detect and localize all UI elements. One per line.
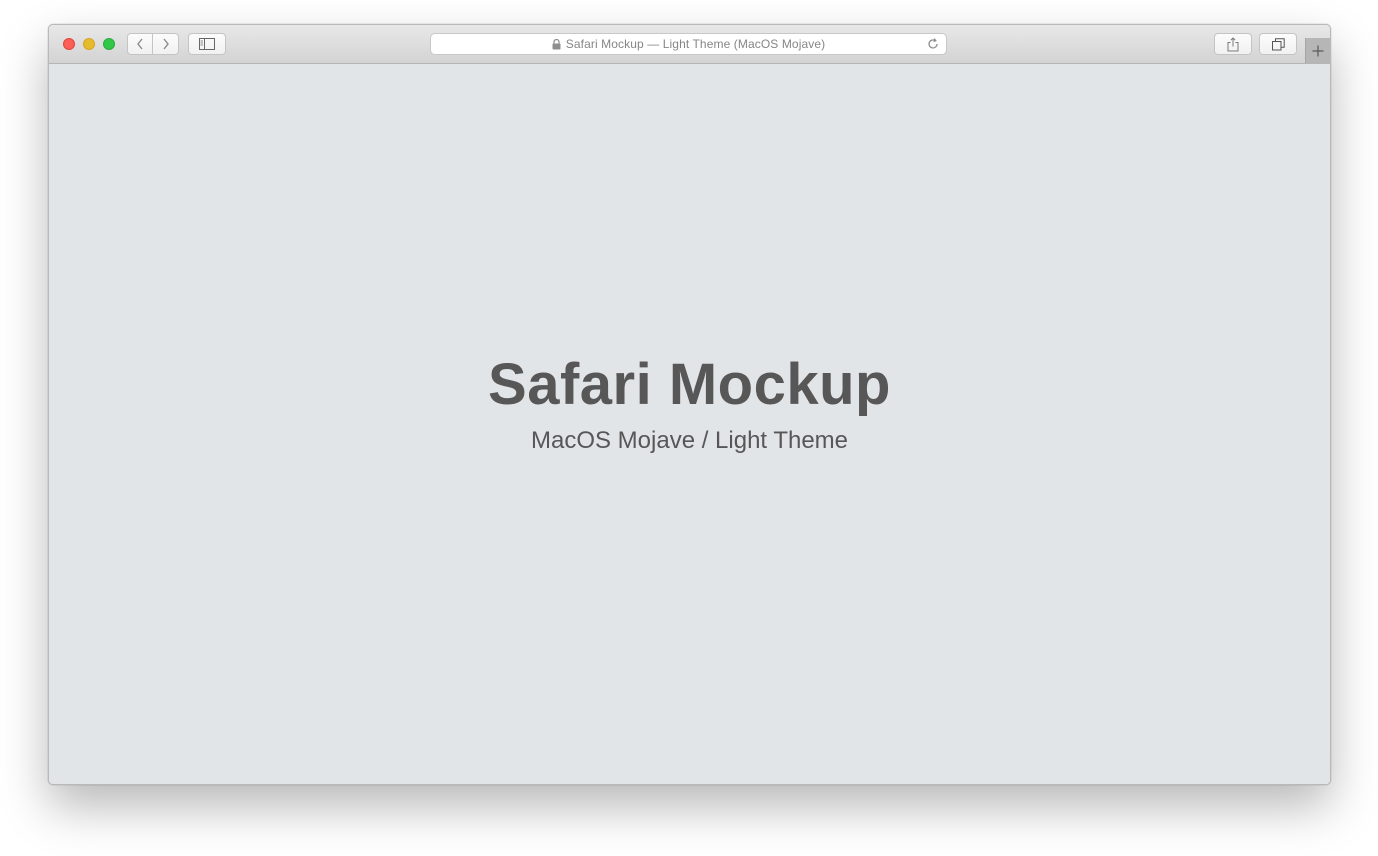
zoom-button[interactable] <box>103 38 115 50</box>
browser-window: Safari Mockup — Light Theme (MacOS Mojav… <box>48 24 1331 785</box>
lock-icon <box>552 38 561 49</box>
tabs-overview-icon <box>1271 37 1285 50</box>
tab-overview-button[interactable] <box>1259 33 1297 55</box>
sidebar-icon <box>199 38 215 50</box>
page-title: Safari Mockup <box>488 352 891 417</box>
chevron-right-icon <box>162 38 169 50</box>
close-button[interactable] <box>63 38 75 50</box>
chevron-left-icon <box>137 38 143 50</box>
minimize-button[interactable] <box>83 38 95 50</box>
new-tab-button[interactable] <box>1305 38 1330 63</box>
sidebar-toggle-button[interactable] <box>188 33 226 55</box>
reload-icon[interactable] <box>926 37 940 51</box>
address-bar[interactable]: Safari Mockup — Light Theme (MacOS Mojav… <box>430 33 947 55</box>
share-icon <box>1227 36 1239 51</box>
toolbar: Safari Mockup — Light Theme (MacOS Mojav… <box>49 25 1330 64</box>
address-text: Safari Mockup — Light Theme (MacOS Mojav… <box>565 37 826 51</box>
page-content: Safari Mockup MacOS Mojave / Light Theme <box>49 64 1330 784</box>
plus-icon <box>1312 45 1324 56</box>
back-button[interactable] <box>127 33 153 55</box>
share-button[interactable] <box>1214 33 1252 55</box>
forward-button[interactable] <box>153 33 179 55</box>
page-subtitle: MacOS Mojave / Light Theme <box>530 427 849 454</box>
